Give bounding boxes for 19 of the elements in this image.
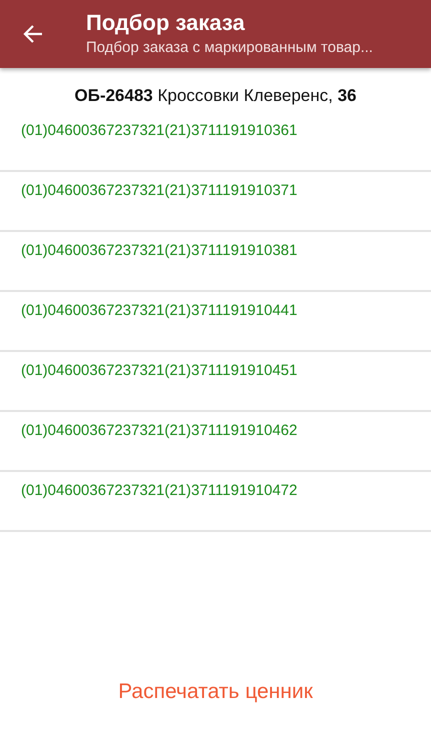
print-price-tag-button[interactable]: Распечатать ценник [106,672,325,712]
code-list-item[interactable]: (01)04600367237321(21)3711191910381 [0,232,431,292]
product-heading: ОБ-26483 Кроссовки Клеверенс, 36 [74,86,356,106]
marking-code: (01)04600367237321(21)3711191910472 [21,482,298,498]
screen-title: Подбор заказа [86,10,246,36]
marking-code: (01)04600367237321(21)3711191910441 [21,302,298,318]
code-list-item[interactable]: (01)04600367237321(21)3711191910451 [0,352,431,412]
marking-code: (01)04600367237321(21)3711191910451 [21,362,298,378]
code-list-item[interactable]: (01)04600367237321(21)3711191910371 [0,172,431,232]
marking-code: (01)04600367237321(21)3711191910381 [21,242,298,258]
code-list-item[interactable]: (01)04600367237321(21)3711191910441 [0,292,431,352]
marking-code: (01)04600367237321(21)3711191910462 [21,422,298,438]
code-list-item[interactable]: (01)04600367237321(21)3711191910361 [0,112,431,172]
code-list-item[interactable]: (01)04600367237321(21)3711191910472 [0,472,431,532]
marking-code: (01)04600367237321(21)3711191910361 [21,122,298,138]
back-arrow-icon [23,24,43,44]
screen-subtitle: Подбор заказа с маркированным товар... [86,38,373,58]
marking-code: (01)04600367237321(21)3711191910371 [21,182,298,198]
code-list-item[interactable]: (01)04600367237321(21)3711191910462 [0,412,431,472]
